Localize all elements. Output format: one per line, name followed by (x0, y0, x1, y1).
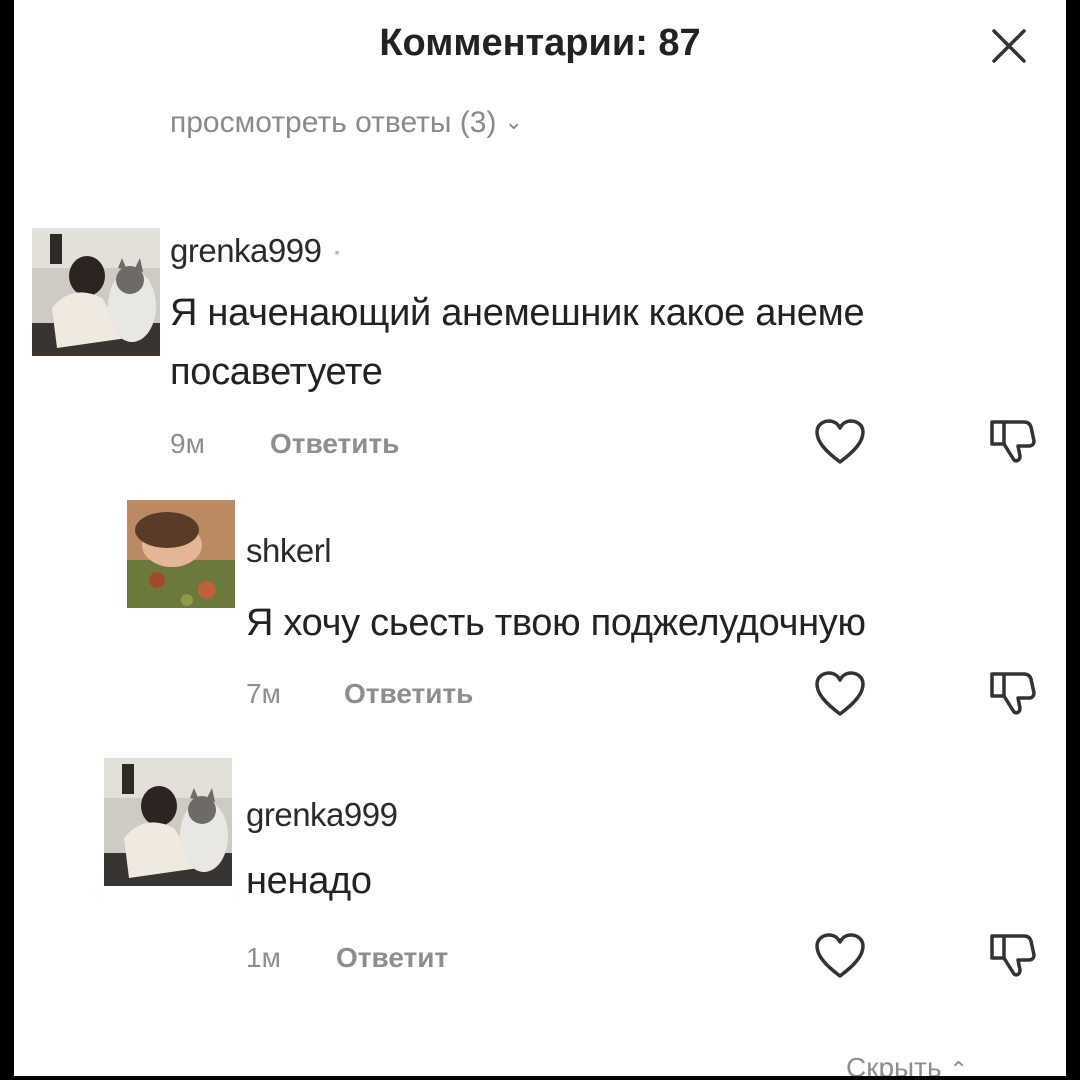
username-separator: · (331, 232, 342, 269)
comment-text-line: Я наченающий анемешник какое анеме (170, 292, 865, 334)
comment-time: 7м (246, 678, 281, 709)
hide-replies-link[interactable]: Скрыть ⌃ (846, 1052, 968, 1076)
heart-icon[interactable] (814, 418, 866, 471)
comment-text-line: ненадо (246, 860, 372, 902)
reply-button[interactable]: Ответить (344, 678, 473, 710)
comment-username[interactable]: grenka999 (246, 796, 398, 834)
comment-username[interactable]: grenka999 · (170, 232, 342, 270)
comment-text: Я хочу сьесть твою поджелудочную (246, 594, 866, 653)
view-replies-link[interactable]: просмотреть ответы (3) ⌄ (170, 106, 523, 140)
reply-button[interactable]: Ответит (336, 942, 448, 974)
close-icon[interactable] (989, 26, 1029, 66)
avatar[interactable] (104, 758, 232, 886)
dislike-icon[interactable] (986, 414, 1038, 471)
comment-time: 9м (170, 428, 205, 459)
comment-username[interactable]: shkerl (246, 532, 332, 570)
hide-replies-label: Скрыть (846, 1052, 942, 1076)
chevron-up-icon: ⌃ (949, 1057, 968, 1076)
heart-icon[interactable] (814, 932, 866, 985)
comment-text: Я наченающий анемешник какое анеме посав… (170, 284, 865, 402)
comment-time: 1м (246, 942, 281, 973)
view-replies-label: просмотреть ответы (3) (170, 106, 497, 139)
comment-text-line: Я хочу сьесть твою поджелудочную (246, 602, 866, 644)
avatar[interactable] (127, 500, 235, 608)
avatar[interactable] (32, 228, 160, 356)
reply-button[interactable]: Ответить (270, 428, 399, 460)
dislike-icon[interactable] (986, 666, 1038, 723)
heart-icon[interactable] (814, 670, 866, 723)
chevron-down-icon: ⌄ (504, 109, 523, 134)
dislike-icon[interactable] (986, 928, 1038, 985)
comment-text-line: посаветуете (170, 351, 383, 393)
comment-text: ненадо (246, 852, 372, 911)
comments-sheet: Комментарии: 87 просмотреть ответы (3) ⌄ … (14, 0, 1066, 1076)
comments-title: Комментарии: 87 (379, 22, 701, 64)
